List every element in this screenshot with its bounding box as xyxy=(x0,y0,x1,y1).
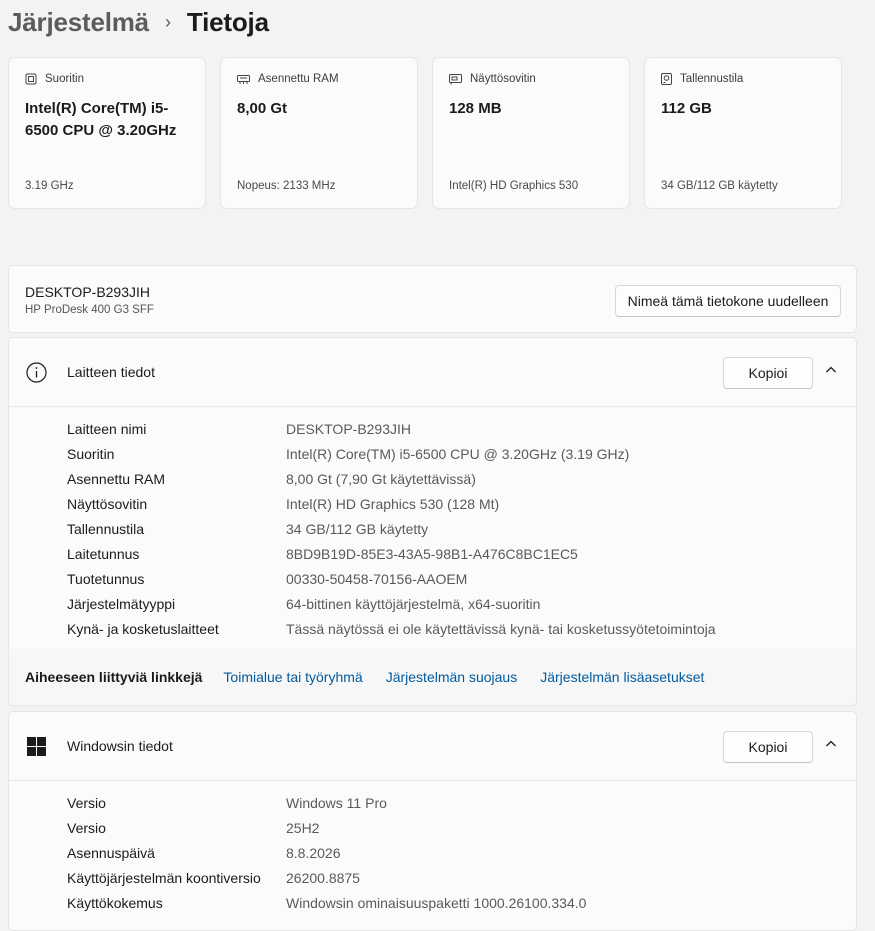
spec-row: Laitetunnus 8BD9B19D-85E3-43A5-98B1-A476C… xyxy=(67,541,856,566)
spec-value: 8.8.2026 xyxy=(286,844,341,861)
card-value: 8,00 Gt xyxy=(237,100,288,117)
spec-label: Käyttökokemus xyxy=(67,894,163,911)
spec-value: 8BD9B19D-85E3-43A5-98B1-A476C8BC1EC5 xyxy=(286,545,578,562)
spec-value: DESKTOP-B293JIH xyxy=(286,420,412,437)
link-system-protection[interactable]: Järjestelmän suojaus xyxy=(386,669,518,685)
spec-label: Tallennustila xyxy=(67,520,145,537)
spec-value: 8,00 Gt (7,90 Gt käytettävissä) xyxy=(286,470,476,487)
copy-device-specs-button[interactable]: Kopioi xyxy=(723,357,813,389)
spec-row: Tuotetunnus 00330-50458-70156-AAOEM xyxy=(67,566,856,591)
windows-logo-icon xyxy=(27,737,46,756)
card-title: Suoritin xyxy=(45,73,84,85)
device-specifications-section: Laitteen tiedot Kopioi Laitteen nimi DESK… xyxy=(8,337,857,650)
spec-row: Järjestelmätyyppi 64-bittinen käyttöjärje… xyxy=(67,591,856,616)
spec-label: Suoritin xyxy=(67,445,115,462)
spec-row: Asennettu RAM 8,00 Gt (7,90 Gt käytettävi… xyxy=(67,466,856,491)
card-title: Näyttösovitin xyxy=(470,73,536,85)
spec-value: Windows 11 Pro xyxy=(286,794,387,811)
processor-icon xyxy=(25,73,37,85)
spec-row: Versio Windows 11 Pro xyxy=(67,790,856,815)
card-subtext: 34 GB/112 GB käytetty xyxy=(661,180,778,192)
spec-row: Suoritin Intel(R) Core(TM) i5-6500 CPU @ … xyxy=(67,441,856,466)
chevron-up-icon[interactable] xyxy=(825,364,837,376)
processor-card: Suoritin Intel(R) Core(TM) i5-6500 CPU @… xyxy=(8,57,206,209)
device-specs-list: Laitteen nimi DESKTOP-B293JIH Suoritin Int… xyxy=(67,416,856,641)
windows-specifications-section: Windowsin tiedot Kopioi Versio Windows 11… xyxy=(8,711,857,931)
card-title: Asennettu RAM xyxy=(258,73,339,85)
spec-row: Versio 25H2 xyxy=(67,815,856,840)
breadcrumb: Järjestelmä › Tietoja xyxy=(8,4,269,40)
spec-label: Näyttösovitin xyxy=(67,495,148,512)
gpu-card: Näyttösovitin 128 MB Intel(R) HD Graphic… xyxy=(432,57,630,209)
spec-label: Versio xyxy=(67,819,106,836)
chevron-up-icon[interactable] xyxy=(825,738,837,750)
copy-windows-specs-button[interactable]: Kopioi xyxy=(723,731,813,763)
spec-label: Järjestelmätyyppi xyxy=(67,595,176,612)
device-model: HP ProDesk 400 G3 SFF xyxy=(25,304,154,316)
ram-icon xyxy=(237,74,250,84)
spec-value: 26200.8875 xyxy=(286,869,360,886)
card-subtext: Nopeus: 2133 MHz xyxy=(237,180,336,192)
spec-value: Tässä näytössä ei ole käytettävissä kynä… xyxy=(286,620,716,637)
spec-value: Windowsin ominaisuuspaketti 1000.26100.3… xyxy=(286,894,587,911)
gpu-icon xyxy=(449,73,462,84)
card-value: 128 MB xyxy=(449,100,502,117)
spec-label: Käyttöjärjestelmän koontiversio xyxy=(67,869,261,886)
device-name-panel: DESKTOP-B293JIH HP ProDesk 400 G3 SFF Ni… xyxy=(8,265,857,333)
spec-label: Tuotetunnus xyxy=(67,570,145,587)
ram-card: Asennettu RAM 8,00 Gt Nopeus: 2133 MHz xyxy=(220,57,418,209)
breadcrumb-chevron-icon: › xyxy=(165,11,171,32)
spec-row: Asennuspäivä 8.8.2026 xyxy=(67,840,856,865)
rename-pc-button[interactable]: Nimeä tämä tietokone uudelleen xyxy=(615,285,841,317)
windows-specs-list: Versio Windows 11 Pro Versio 25H2 Asennusp… xyxy=(67,790,856,915)
device-specifications-header[interactable]: Laitteen tiedot Kopioi xyxy=(9,338,856,407)
info-icon xyxy=(26,362,47,383)
spec-label: Laitteen nimi xyxy=(67,420,147,437)
spec-label: Versio xyxy=(67,794,106,811)
spec-value: 00330-50458-70156-AAOEM xyxy=(286,570,468,587)
spec-row: Käyttökokemus Windowsin ominaisuuspaketti… xyxy=(67,890,856,915)
section-title: Laitteen tiedot xyxy=(67,364,155,380)
related-links-bar: Aiheeseen liittyviä linkkejä Toimialue t… xyxy=(8,649,857,706)
section-title: Windowsin tiedot xyxy=(67,738,173,754)
spec-value: 64-bittinen käyttöjärjestelmä, x64-suori… xyxy=(286,595,541,612)
windows-specifications-header[interactable]: Windowsin tiedot Kopioi xyxy=(9,712,856,781)
card-subtext: Intel(R) HD Graphics 530 xyxy=(449,180,579,192)
spec-label: Laitetunnus xyxy=(67,545,140,562)
spec-value: Intel(R) HD Graphics 530 (128 Mt) xyxy=(286,495,500,512)
spec-row: Laitteen nimi DESKTOP-B293JIH xyxy=(67,416,856,441)
link-advanced-system-settings[interactable]: Järjestelmän lisäasetukset xyxy=(540,669,704,685)
card-value: 112 GB xyxy=(661,100,712,117)
spec-row: Näyttösovitin Intel(R) HD Graphics 530 (1… xyxy=(67,491,856,516)
breadcrumb-parent[interactable]: Järjestelmä xyxy=(8,7,149,38)
link-domain-workgroup[interactable]: Toimialue tai työryhmä xyxy=(223,669,362,685)
spec-label: Kynä- ja kosketuslaitteet xyxy=(67,620,219,637)
card-subtext: 3.19 GHz xyxy=(25,180,74,192)
spec-label: Asennettu RAM xyxy=(67,470,166,487)
spec-value: 25H2 xyxy=(286,819,320,836)
spec-row: Käyttöjärjestelmän koontiversio 26200.887… xyxy=(67,865,856,890)
spec-value: 34 GB/112 GB käytetty xyxy=(286,520,429,537)
device-name: DESKTOP-B293JIH xyxy=(25,284,151,300)
spec-label: Asennuspäivä xyxy=(67,844,155,861)
spec-row: Kynä- ja kosketuslaitteet Tässä näytössä … xyxy=(67,616,856,641)
spec-row: Tallennustila 34 GB/112 GB käytetty xyxy=(67,516,856,541)
card-value: Intel(R) Core(TM) i5-6500 CPU @ 3.20GHz xyxy=(25,100,177,139)
page-title: Tietoja xyxy=(186,6,269,37)
card-title: Tallennustila xyxy=(680,73,744,85)
storage-card: Tallennustila 112 GB 34 GB/112 GB käytet… xyxy=(644,57,842,209)
storage-icon xyxy=(661,73,672,85)
spec-value: Intel(R) Core(TM) i5-6500 CPU @ 3.20GHz … xyxy=(286,445,630,462)
related-links-title: Aiheeseen liittyviä linkkejä xyxy=(25,669,203,685)
